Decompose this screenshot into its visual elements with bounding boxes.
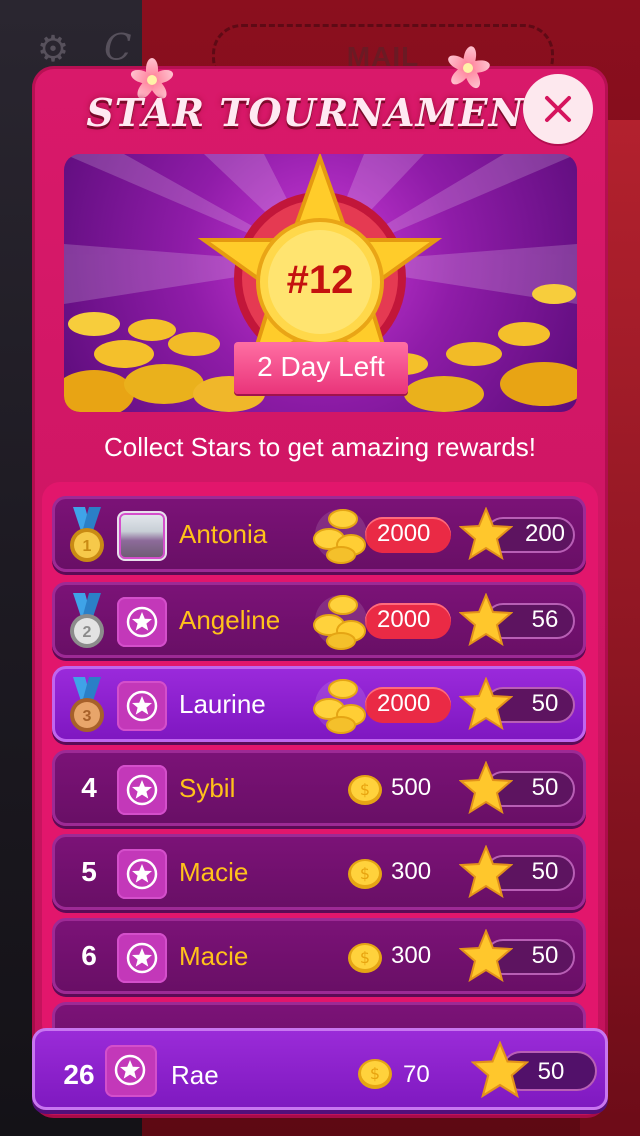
coin-icon: $	[348, 775, 382, 805]
coin-reward: 300	[391, 858, 432, 885]
avatar	[117, 849, 167, 899]
days-left-ribbon: 2 Day Left	[234, 342, 408, 394]
avatar	[117, 681, 167, 731]
close-button[interactable]	[523, 74, 593, 144]
coin-stack-right	[380, 284, 577, 412]
coin-pile-icon	[313, 679, 367, 734]
coin-reward: 500	[391, 774, 432, 801]
close-icon	[545, 96, 571, 122]
player-name: Antonia	[179, 519, 268, 549]
star-count: 50	[531, 690, 559, 717]
medal-rank: 1	[83, 538, 92, 555]
avatar	[105, 1045, 157, 1097]
star-icon	[459, 761, 513, 815]
coin-reward: 2000	[377, 690, 431, 717]
leaderboard-list[interactable]: 1 Antonia 2000 200 2 Angeline 2000 56 3 …	[42, 482, 598, 1042]
star-count: 50	[531, 774, 559, 801]
star-icon	[126, 942, 158, 974]
star-icon	[126, 690, 158, 722]
leaderboard-row: 2 Angeline 2000 56	[52, 582, 586, 658]
player-name: Angeline	[179, 605, 281, 635]
coin-reward: 300	[391, 942, 432, 969]
svg-text:$: $	[370, 1064, 380, 1083]
my-rank: 26	[63, 1059, 95, 1090]
leaderboard-row: 4 Sybil $ 500 50	[52, 750, 586, 826]
flower-decoration-right	[445, 45, 491, 91]
star-count: 56	[531, 606, 559, 633]
coin-icon: $	[348, 859, 382, 889]
star-icon	[459, 677, 513, 731]
player-name: Macie	[179, 857, 249, 887]
gold-medal-icon: 1	[70, 507, 104, 562]
star-count: 200	[524, 520, 566, 547]
player-rank: #12	[286, 258, 354, 302]
star-icon	[114, 1054, 146, 1086]
medal-rank: 2	[83, 624, 92, 641]
avatar-photo	[117, 511, 167, 561]
avatar	[117, 933, 167, 983]
rank-number: 5	[81, 856, 97, 887]
bronze-medal-icon: 3	[70, 677, 104, 732]
svg-text:$: $	[360, 864, 370, 883]
my-name: Rae	[171, 1060, 219, 1090]
player-name: Laurine	[179, 689, 266, 719]
avatar	[117, 597, 167, 647]
leaderboard-row: 5 Macie $ 300 50	[52, 834, 586, 910]
star-count: 50	[531, 858, 559, 885]
background-script-text: C	[104, 28, 132, 69]
star-icon	[126, 774, 158, 806]
star-icon	[459, 845, 513, 899]
my-coins: 70	[403, 1061, 430, 1088]
rank-number: 6	[81, 940, 97, 971]
leaderboard-row: 1 Antonia 2000 200	[52, 496, 586, 572]
instructions-text: Collect Stars to get amazing rewards!	[103, 432, 537, 462]
svg-text:$: $	[360, 780, 370, 799]
star-icon	[126, 606, 158, 638]
gear-icon: ⚙	[36, 28, 70, 69]
coin-pile-icon	[313, 509, 367, 564]
coin-pile-icon	[313, 595, 367, 650]
star-icon	[459, 929, 513, 983]
rank-number: 4	[81, 772, 97, 803]
avatar	[117, 765, 167, 815]
medal-rank: 3	[83, 708, 92, 725]
my-stars: 50	[537, 1058, 565, 1085]
coin-icon: $	[358, 1059, 392, 1089]
coin-icon: $	[348, 943, 382, 973]
star-icon	[459, 593, 513, 647]
svg-text:$: $	[360, 948, 370, 967]
player-name: Macie	[179, 941, 249, 971]
star-count: 50	[531, 942, 559, 969]
coin-reward: 2000	[377, 520, 431, 547]
coin-reward: 2000	[377, 606, 431, 633]
silver-medal-icon: 2	[70, 593, 104, 648]
leaderboard-row: 6 Macie $ 300 50	[52, 918, 586, 994]
leaderboard-row: 3 Laurine 2000 50	[52, 666, 586, 742]
star-icon	[459, 507, 513, 561]
star-icon	[126, 858, 158, 890]
player-name: Sybil	[179, 773, 236, 803]
my-entry-row: 26 Rae $ 70 50	[32, 1028, 608, 1110]
